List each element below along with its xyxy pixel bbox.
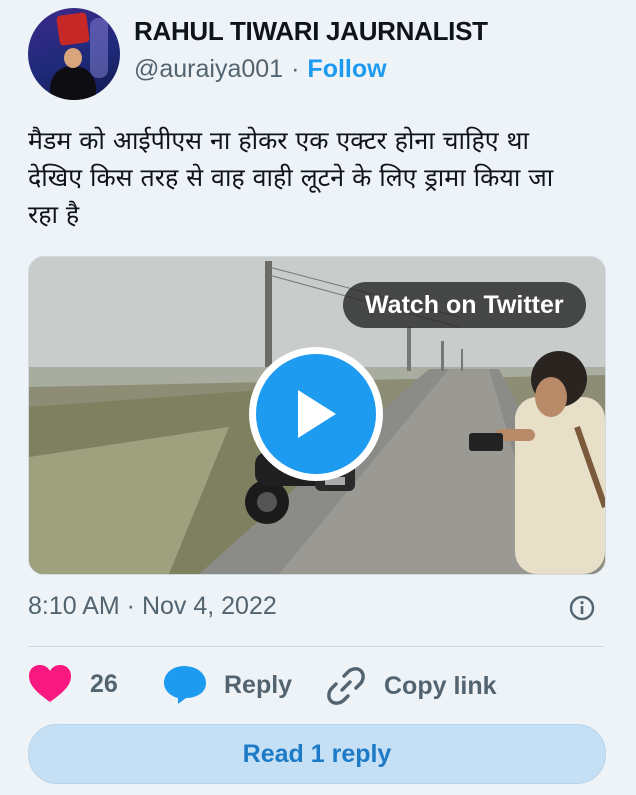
copy-link-label: Copy link (384, 671, 497, 700)
tweet-timestamp[interactable]: 8:10 AM · Nov 4, 2022 (28, 592, 277, 621)
avatar[interactable] (28, 8, 120, 100)
like-count: 26 (90, 669, 118, 698)
reply-label: Reply (224, 670, 293, 699)
read-replies-button[interactable]: Read 1 reply (28, 724, 606, 784)
follow-button[interactable]: Follow (307, 55, 386, 84)
like-button[interactable]: 26 (28, 664, 118, 704)
avatar-person-body (50, 66, 96, 100)
tweet-text-line: देखिए किस तरह से वाह वाही लूटने के लिए ड… (28, 163, 554, 192)
reply-button[interactable]: Reply (162, 664, 292, 706)
handle-row: @auraiya001 · Follow (134, 55, 387, 84)
link-icon (327, 667, 365, 705)
avatar-logo (56, 12, 90, 46)
display-name[interactable]: RAHUL TIWARI JAURNALIST (134, 16, 488, 47)
separator-dot: · (291, 55, 300, 83)
reply-bubble-icon (164, 666, 206, 704)
play-button[interactable] (249, 347, 383, 481)
heart-icon (29, 665, 71, 702)
tweet-text-line: मैडम को आईपीएस ना होकर एक एक्टर होना चाह… (28, 126, 529, 155)
tweet-text-line: रहा है (28, 200, 80, 229)
avatar-person-head (64, 48, 82, 68)
avatar-stage-light (90, 18, 108, 78)
tweet-text: मैडम को आईपीएस ना होकर एक एक्टर होना चाह… (28, 122, 608, 233)
watch-on-twitter-button[interactable]: Watch on Twitter (343, 282, 586, 328)
copy-link-button[interactable]: Copy link (324, 664, 497, 708)
info-icon[interactable] (568, 594, 596, 622)
divider (28, 646, 604, 647)
video-thumbnail[interactable]: Watch on Twitter (28, 256, 606, 575)
play-icon (298, 390, 336, 438)
user-handle[interactable]: @auraiya001 (134, 55, 283, 84)
play-button-circle (256, 354, 376, 474)
embedded-tweet: RAHUL TIWARI JAURNALIST @auraiya001 · Fo… (0, 0, 636, 795)
